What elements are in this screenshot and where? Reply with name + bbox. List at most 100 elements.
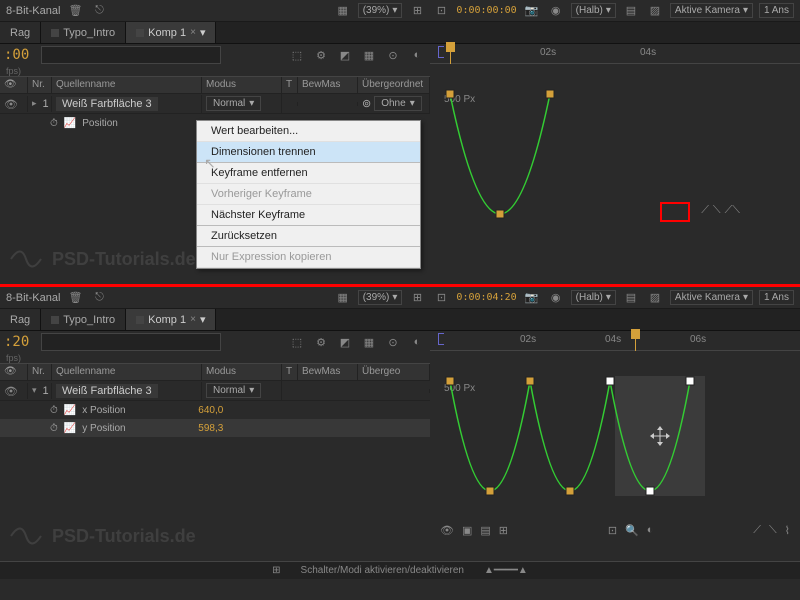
- current-time[interactable]: :00: [4, 47, 29, 63]
- workarea-start[interactable]: [438, 46, 444, 58]
- menu-reset[interactable]: Zurücksetzen: [197, 226, 420, 247]
- ease-in-icon[interactable]: ⟋: [701, 204, 709, 217]
- layer-row[interactable]: 👁 ▸1 Weiß Farbfläche 3 Normal ▾ ⊚Ohne ▾: [0, 94, 430, 114]
- tool-icon-2[interactable]: ⚙: [312, 46, 330, 64]
- grid-icon[interactable]: ▦: [334, 290, 352, 306]
- ge-opt1-icon[interactable]: ▣: [462, 524, 472, 537]
- tool-icon-3[interactable]: ◩: [336, 333, 354, 351]
- property-row-y-position[interactable]: ⏱ 📈 y Position 598,3: [0, 419, 430, 437]
- playhead-icon[interactable]: [631, 329, 640, 339]
- zoom-dropdown[interactable]: (39%) ▾: [358, 290, 403, 305]
- trash-icon[interactable]: 🗑: [66, 3, 84, 19]
- layer-row[interactable]: 👁 ▾1 Weiß Farbfläche 3 Normal ▾: [0, 381, 430, 401]
- effects-icon[interactable]: ⎋: [90, 3, 108, 19]
- menu-icon[interactable]: ▾: [200, 26, 206, 39]
- region-icon[interactable]: ▤: [622, 290, 640, 306]
- eye-icon[interactable]: 👁: [4, 385, 16, 397]
- graph-editor[interactable]: 500 Px ⟋ ⟍ ⟋⟍: [430, 64, 800, 224]
- transparency-icon[interactable]: ▨: [646, 3, 664, 19]
- tab-komp-1[interactable]: Komp 1×▾: [126, 22, 216, 43]
- menu-next-keyframe[interactable]: Nächster Keyframe: [197, 205, 420, 226]
- menu-icon[interactable]: ▾: [200, 313, 206, 326]
- tool-icon-5[interactable]: ⊙: [384, 46, 402, 64]
- graph-icon[interactable]: 📈: [64, 405, 76, 416]
- channel-icon[interactable]: ◉: [547, 3, 565, 19]
- stopwatch-icon[interactable]: ⏱: [50, 405, 58, 416]
- camera-dropdown[interactable]: Aktive Kamera ▾: [670, 290, 753, 305]
- ease-out-icon[interactable]: ⟍: [713, 204, 721, 217]
- transparency-icon[interactable]: ▨: [646, 290, 664, 306]
- stopwatch-icon[interactable]: ⏱: [50, 118, 58, 129]
- menu-remove-keyframe[interactable]: Keyframe entfernen: [197, 163, 420, 184]
- channel-icon[interactable]: ◉: [547, 290, 565, 306]
- close-icon[interactable]: ×: [190, 314, 196, 325]
- tool-icon-1[interactable]: ⬚: [288, 333, 306, 351]
- tool-icon-4[interactable]: ▦: [360, 333, 378, 351]
- twirl-icon[interactable]: ▾: [32, 385, 37, 396]
- menu-separate-dimensions[interactable]: Dimensionen trennen: [197, 142, 420, 163]
- workarea-start[interactable]: [438, 333, 444, 345]
- tab-rag[interactable]: Rag: [0, 309, 41, 330]
- tool-icon-4[interactable]: ▦: [360, 46, 378, 64]
- ease-both-icon[interactable]: ⟋⟍: [725, 204, 740, 217]
- ge-opt3-icon[interactable]: ⊞: [499, 524, 508, 537]
- views-dropdown[interactable]: 1 Ans: [759, 3, 794, 18]
- ge-eye-icon[interactable]: 👁: [440, 524, 454, 537]
- timecode[interactable]: 0:00:04:20: [456, 292, 516, 303]
- property-value[interactable]: 640,0: [198, 405, 223, 416]
- zoom-dropdown[interactable]: (39%) ▾: [358, 3, 403, 18]
- time-ruler[interactable]: 02s 04s: [430, 44, 800, 64]
- graph-icon[interactable]: 📈: [64, 423, 76, 434]
- res-icon[interactable]: ⊞: [408, 3, 426, 19]
- tab-komp-1[interactable]: Komp 1×▾: [126, 309, 216, 330]
- ge-opt2-icon[interactable]: ▤: [480, 524, 490, 537]
- current-time[interactable]: :20: [4, 334, 29, 350]
- playhead-icon[interactable]: [446, 42, 455, 52]
- twirl-icon[interactable]: ▸: [32, 98, 37, 109]
- graph-editor[interactable]: 500 Px 👁 ▣ ▤ ⊞: [430, 351, 800, 541]
- grid-icon[interactable]: ▦: [334, 3, 352, 19]
- layer-name[interactable]: Weiß Farbfläche 3: [56, 384, 158, 398]
- ge-zoom-icon[interactable]: 🔍: [625, 524, 639, 537]
- views-dropdown[interactable]: 1 Ans: [759, 290, 794, 305]
- res-icon[interactable]: ⊞: [408, 290, 426, 306]
- trash-icon[interactable]: 🗑: [66, 290, 84, 306]
- region-icon[interactable]: ▤: [622, 3, 640, 19]
- graph-icon[interactable]: 📈: [64, 118, 76, 129]
- quality-dropdown[interactable]: (Halb) ▾: [571, 3, 616, 18]
- quality-dropdown[interactable]: (Halb) ▾: [571, 290, 616, 305]
- layer-name[interactable]: Weiß Farbfläche 3: [56, 97, 158, 111]
- tool-icon-5[interactable]: ⊙: [384, 333, 402, 351]
- ge-ease2-icon[interactable]: ⟍: [769, 524, 777, 537]
- property-row-x-position[interactable]: ⏱ 📈 x Position 640,0: [0, 401, 430, 419]
- parent-dropdown[interactable]: Ohne ▾: [374, 96, 422, 111]
- effects-icon[interactable]: ⎋: [90, 290, 108, 306]
- search-input[interactable]: [41, 46, 221, 64]
- snapshot-icon[interactable]: 📷: [523, 290, 541, 306]
- tool-icon-6[interactable]: ◐: [408, 333, 426, 351]
- timecode[interactable]: 0:00:00:00: [456, 5, 516, 16]
- snapshot-icon[interactable]: 📷: [523, 3, 541, 19]
- ge-ease1-icon[interactable]: ⟋: [753, 524, 761, 537]
- footer-text[interactable]: Schalter/Modi aktivieren/deaktivieren: [301, 565, 464, 576]
- tool-icon-6[interactable]: ◐: [408, 46, 426, 64]
- mode-dropdown[interactable]: Normal ▾: [206, 383, 261, 398]
- mode-dropdown[interactable]: Normal ▾: [206, 96, 261, 111]
- tool-icon-1[interactable]: ⬚: [288, 46, 306, 64]
- search-input[interactable]: [41, 333, 221, 351]
- parent-pickwhip-icon[interactable]: ⊚: [362, 97, 371, 110]
- ge-ease3-icon[interactable]: ⌇: [785, 524, 790, 537]
- close-icon[interactable]: ×: [190, 27, 196, 38]
- tab-rag[interactable]: Rag: [0, 22, 41, 43]
- tab-typo-intro[interactable]: Typo_Intro: [41, 309, 126, 330]
- zoom-slider[interactable]: ▲━━━━▲: [484, 565, 528, 576]
- eye-icon[interactable]: 👁: [4, 98, 16, 110]
- property-value[interactable]: 598,3: [198, 423, 223, 434]
- res2-icon[interactable]: ⊡: [432, 3, 450, 19]
- res2-icon[interactable]: ⊡: [432, 290, 450, 306]
- toggle-switches-icon[interactable]: ⊞: [272, 565, 280, 576]
- menu-edit-value[interactable]: Wert bearbeiten...: [197, 121, 420, 142]
- camera-dropdown[interactable]: Aktive Kamera ▾: [670, 3, 753, 18]
- ge-opt4-icon[interactable]: ◐: [647, 524, 654, 537]
- stopwatch-icon[interactable]: ⏱: [50, 423, 58, 434]
